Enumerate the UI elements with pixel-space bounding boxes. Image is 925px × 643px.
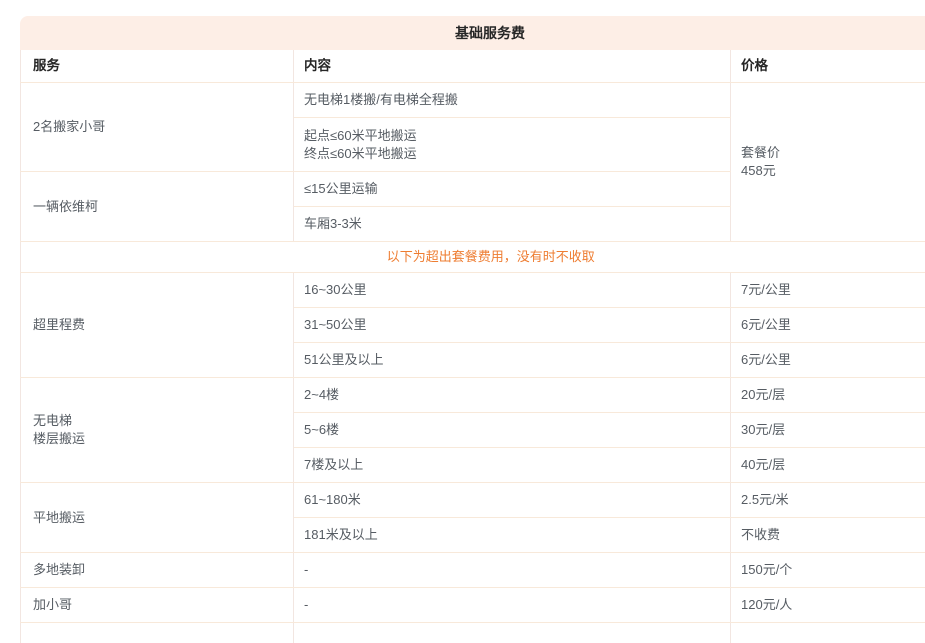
content-cell: 车厢3-3米 bbox=[294, 207, 731, 242]
notice-row: 以下为超出套餐费用，没有时不收取 bbox=[21, 242, 925, 273]
content-cell: - bbox=[294, 553, 731, 588]
column-header-content: 内容 bbox=[294, 50, 731, 83]
table-row: 2名搬家小哥 无电梯1楼搬/有电梯全程搬 套餐价 458元 bbox=[21, 83, 925, 118]
table-row: 多地装卸 - 150元/个 bbox=[21, 553, 925, 588]
content-cell: 7楼及以上 bbox=[294, 448, 731, 483]
price-cell: 不收费 bbox=[731, 518, 925, 553]
table-row-partial bbox=[21, 623, 925, 643]
service-cell: 平地搬运 bbox=[21, 483, 294, 553]
content-cell: 181米及以上 bbox=[294, 518, 731, 553]
table-row: 无电梯 楼层搬运 2~4楼 20元/层 bbox=[21, 378, 925, 413]
price-cell: 7元/公里 bbox=[731, 273, 925, 308]
content-cell: - bbox=[294, 588, 731, 623]
content-cell: 2~4楼 bbox=[294, 378, 731, 413]
content-cell bbox=[294, 623, 731, 643]
service-cell: 2名搬家小哥 bbox=[21, 83, 294, 172]
column-header-service: 服务 bbox=[21, 50, 294, 83]
price-cell: 40元/层 bbox=[731, 448, 925, 483]
content-cell: 5~6楼 bbox=[294, 413, 731, 448]
service-cell: 一辆依维柯 bbox=[21, 172, 294, 242]
pricing-table: 服务 内容 价格 2名搬家小哥 无电梯1楼搬/有电梯全程搬 套餐价 458元 起… bbox=[20, 50, 925, 643]
column-header-price: 价格 bbox=[731, 50, 925, 83]
content-cell: 无电梯1楼搬/有电梯全程搬 bbox=[294, 83, 731, 118]
table-row: 超里程费 16~30公里 7元/公里 bbox=[21, 273, 925, 308]
content-cell: 31~50公里 bbox=[294, 308, 731, 343]
price-cell: 30元/层 bbox=[731, 413, 925, 448]
price-cell bbox=[731, 623, 925, 643]
table-row: 加小哥 - 120元/人 bbox=[21, 588, 925, 623]
price-cell: 20元/层 bbox=[731, 378, 925, 413]
service-cell: 超里程费 bbox=[21, 273, 294, 378]
price-cell: 120元/人 bbox=[731, 588, 925, 623]
notice-text: 以下为超出套餐费用，没有时不收取 bbox=[21, 242, 925, 273]
service-cell: 多地装卸 bbox=[21, 553, 294, 588]
service-cell: 无电梯 楼层搬运 bbox=[21, 378, 294, 483]
table-row: 平地搬运 61~180米 2.5元/米 bbox=[21, 483, 925, 518]
service-cell: 加小哥 bbox=[21, 588, 294, 623]
page-title: 基础服务费 bbox=[455, 23, 525, 43]
card-title-bar: 基础服务费 bbox=[20, 16, 925, 50]
package-price-cell: 套餐价 458元 bbox=[731, 83, 925, 242]
column-header-row: 服务 内容 价格 bbox=[21, 50, 925, 83]
price-cell: 150元/个 bbox=[731, 553, 925, 588]
price-cell: 6元/公里 bbox=[731, 308, 925, 343]
content-cell: ≤15公里运输 bbox=[294, 172, 731, 207]
price-cell: 2.5元/米 bbox=[731, 483, 925, 518]
content-cell: 起点≤60米平地搬运 终点≤60米平地搬运 bbox=[294, 118, 731, 172]
content-cell: 51公里及以上 bbox=[294, 343, 731, 378]
content-cell: 16~30公里 bbox=[294, 273, 731, 308]
service-cell bbox=[21, 623, 294, 643]
pricing-card: 基础服务费 服务 内容 价格 2名搬家小哥 无电梯1楼搬/有电梯全程搬 套餐价 … bbox=[20, 16, 925, 643]
content-cell: 61~180米 bbox=[294, 483, 731, 518]
price-cell: 6元/公里 bbox=[731, 343, 925, 378]
